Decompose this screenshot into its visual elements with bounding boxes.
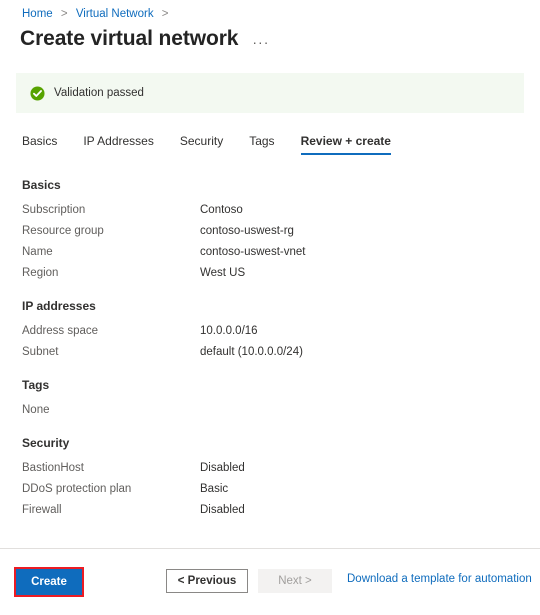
row-value-name: contoso-uswest-vnet: [200, 246, 306, 258]
tags-value: None: [22, 404, 50, 416]
page-title: Create virtual network: [20, 27, 239, 50]
review-row: Name contoso-uswest-vnet: [0, 244, 540, 260]
row-label-ddos-protection-plan: DDoS protection plan: [22, 483, 132, 495]
row-value-region: West US: [200, 267, 246, 279]
review-row: Firewall Disabled: [0, 502, 540, 518]
row-label-bastion-host: BastionHost: [22, 462, 85, 474]
review-row: Address space 10.0.0.0/16: [0, 323, 540, 339]
breadcrumb-separator: >: [161, 8, 169, 20]
breadcrumb-separator: >: [60, 8, 68, 20]
section-tags: Tags None: [0, 378, 540, 418]
row-label-address-space: Address space: [22, 325, 99, 337]
wizard-tabs: Basics IP Addresses Security Tags Review…: [22, 133, 392, 155]
row-value-ddos-protection-plan: Basic: [200, 483, 229, 495]
review-row: Resource group contoso-uswest-rg: [0, 223, 540, 239]
tab-review-create[interactable]: Review + create: [300, 133, 392, 155]
row-label-region: Region: [22, 267, 59, 279]
breadcrumb-item-home[interactable]: Home: [22, 8, 53, 20]
previous-button[interactable]: < Previous: [166, 569, 248, 593]
validation-message: Validation passed: [54, 87, 144, 99]
section-ip-addresses: IP addresses Address space 10.0.0.0/16 S…: [0, 299, 540, 360]
review-row: Region West US: [0, 265, 540, 281]
tab-security[interactable]: Security: [180, 133, 223, 155]
review-row: Subscription Contoso: [0, 202, 540, 218]
row-value-bastion-host: Disabled: [200, 462, 245, 474]
create-button[interactable]: Create: [16, 569, 82, 595]
tab-tags[interactable]: Tags: [249, 133, 274, 155]
footer-actions: Create < Previous Next > Download a temp…: [0, 567, 540, 597]
breadcrumb: Home > Virtual Network >: [22, 7, 174, 21]
review-content: Basics Subscription Contoso Resource gro…: [0, 178, 540, 536]
row-label-subscription: Subscription: [22, 204, 86, 216]
footer-divider: [0, 548, 540, 549]
review-row: Subnet default (10.0.0.0/24): [0, 344, 540, 360]
validation-banner: Validation passed: [16, 73, 524, 113]
review-row: BastionHost Disabled: [0, 460, 540, 476]
row-value-subnet: default (10.0.0.0/24): [200, 346, 303, 358]
section-title-tags: Tags: [22, 378, 50, 392]
section-title-ip-addresses: IP addresses: [22, 299, 96, 313]
section-security: Security BastionHost Disabled DDoS prote…: [0, 436, 540, 518]
row-value-resource-group: contoso-uswest-rg: [200, 225, 294, 237]
check-circle-icon: [30, 85, 45, 101]
more-options-icon[interactable]: ···: [252, 35, 269, 49]
section-title-basics: Basics: [22, 178, 61, 192]
row-label-resource-group: Resource group: [22, 225, 104, 237]
next-button: Next >: [258, 569, 332, 593]
section-title-security: Security: [22, 436, 70, 450]
row-value-firewall: Disabled: [200, 504, 245, 516]
tab-ip-addresses[interactable]: IP Addresses: [83, 133, 154, 155]
row-label-name: Name: [22, 246, 53, 258]
row-label-subnet: Subnet: [22, 346, 59, 358]
download-template-link[interactable]: Download a template for automation: [347, 573, 532, 585]
breadcrumb-item-virtual-network[interactable]: Virtual Network: [76, 8, 154, 20]
row-label-firewall: Firewall: [22, 504, 62, 516]
row-value-address-space: 10.0.0.0/16: [200, 325, 258, 337]
section-basics: Basics Subscription Contoso Resource gro…: [0, 178, 540, 281]
review-row: DDoS protection plan Basic: [0, 481, 540, 497]
page-title-row: Create virtual network ···: [20, 26, 269, 52]
create-button-highlight: Create: [14, 567, 84, 597]
row-value-subscription: Contoso: [200, 204, 243, 216]
tab-basics[interactable]: Basics: [22, 133, 57, 155]
